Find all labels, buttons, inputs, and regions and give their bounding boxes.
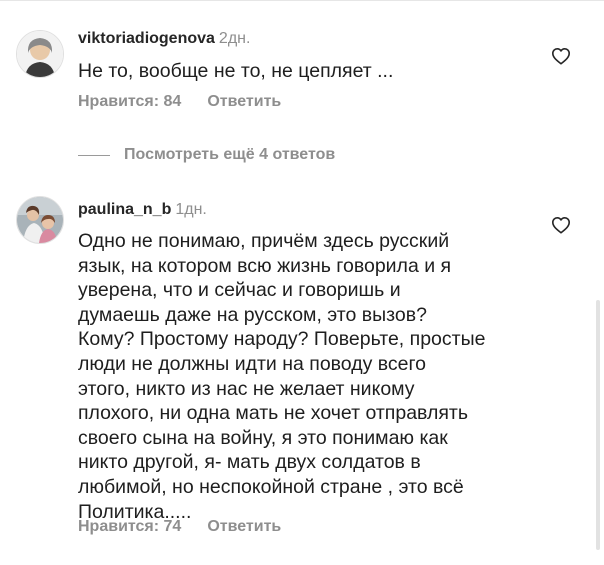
view-replies-line bbox=[78, 154, 110, 156]
reply-button[interactable]: Ответить bbox=[207, 93, 281, 110]
comment-text: Одно не понимаю, причём здесь русский яз… bbox=[78, 230, 486, 523]
likes-count[interactable]: Нравится: 74 bbox=[78, 518, 181, 535]
avatar[interactable] bbox=[16, 30, 64, 78]
heart-outline-icon[interactable] bbox=[551, 216, 571, 234]
comment-actions: Нравится: 74 Ответить bbox=[78, 517, 281, 537]
top-divider bbox=[0, 0, 604, 1]
view-replies-button[interactable]: Посмотреть ещё 4 ответов bbox=[78, 145, 335, 165]
timestamp[interactable]: 2дн. bbox=[219, 30, 251, 47]
heart-outline-icon[interactable] bbox=[551, 47, 571, 65]
comment-text: Не то, вообще не то, не цепляет ... bbox=[78, 60, 394, 82]
avatar[interactable] bbox=[16, 196, 64, 244]
likes-count[interactable]: Нравится: 84 bbox=[78, 93, 181, 110]
username[interactable]: viktoriadiogenova bbox=[78, 30, 215, 47]
comment-actions: Нравится: 84 Ответить bbox=[78, 92, 281, 112]
comment-meta: paulina_n_b 1дн. bbox=[78, 200, 207, 220]
scrollbar[interactable] bbox=[596, 300, 600, 550]
comment-meta: viktoriadiogenova 2дн. bbox=[78, 29, 250, 49]
view-replies-label: Посмотреть ещё 4 ответов bbox=[124, 146, 336, 163]
timestamp[interactable]: 1дн. bbox=[175, 201, 207, 218]
username[interactable]: paulina_n_b bbox=[78, 201, 171, 218]
reply-button[interactable]: Ответить bbox=[207, 518, 281, 535]
